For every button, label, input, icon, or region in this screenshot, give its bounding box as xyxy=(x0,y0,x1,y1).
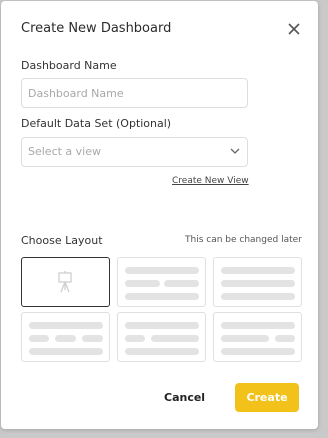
layout-bar xyxy=(125,335,145,342)
dashboard-name-field[interactable] xyxy=(21,78,248,108)
layout-bar xyxy=(29,348,103,355)
dashboard-name-label: Dashboard Name xyxy=(21,59,117,72)
layout-option-4[interactable] xyxy=(21,312,110,362)
layout-hint: This can be changed later xyxy=(185,235,302,245)
layout-bar xyxy=(125,267,199,274)
create-dashboard-modal: Create New Dashboard Dashboard Name Defa… xyxy=(1,1,318,429)
dataset-select[interactable]: Select a view xyxy=(21,137,248,167)
choose-layout-label: Choose Layout xyxy=(21,234,103,247)
layout-bar xyxy=(164,280,199,287)
presentation-easel-icon xyxy=(58,271,72,293)
layout-bar xyxy=(125,348,199,355)
layout-bar xyxy=(221,335,269,342)
layout-bar xyxy=(221,267,295,274)
create-button[interactable]: Create xyxy=(235,383,299,412)
layout-option-5[interactable] xyxy=(117,312,206,362)
layout-option-2[interactable] xyxy=(117,257,206,307)
dataset-label: Default Data Set (Optional) xyxy=(21,117,172,130)
layout-option-3[interactable] xyxy=(213,257,302,307)
chevron-down-icon xyxy=(230,148,240,154)
create-new-view-link[interactable]: Create New View xyxy=(172,176,249,186)
close-icon[interactable] xyxy=(287,22,301,36)
layout-bar xyxy=(275,335,295,342)
layout-bar xyxy=(221,280,295,287)
modal-title: Create New Dashboard xyxy=(21,21,172,36)
layout-option-presentation[interactable] xyxy=(21,257,110,307)
layout-bar xyxy=(125,322,199,329)
layout-bar xyxy=(55,335,76,342)
layout-bar xyxy=(82,335,103,342)
layout-bar xyxy=(221,322,295,329)
layout-bar xyxy=(151,335,199,342)
layout-bar xyxy=(221,348,295,355)
cancel-button[interactable]: Cancel xyxy=(164,391,205,404)
layout-bar xyxy=(29,322,103,329)
layout-bar xyxy=(221,293,295,300)
dataset-select-placeholder: Select a view xyxy=(28,145,101,158)
layout-bar xyxy=(125,280,160,287)
layout-option-6[interactable] xyxy=(213,312,302,362)
dashboard-name-input[interactable] xyxy=(22,79,247,107)
layout-bar xyxy=(125,293,199,300)
layout-bar xyxy=(29,335,49,342)
